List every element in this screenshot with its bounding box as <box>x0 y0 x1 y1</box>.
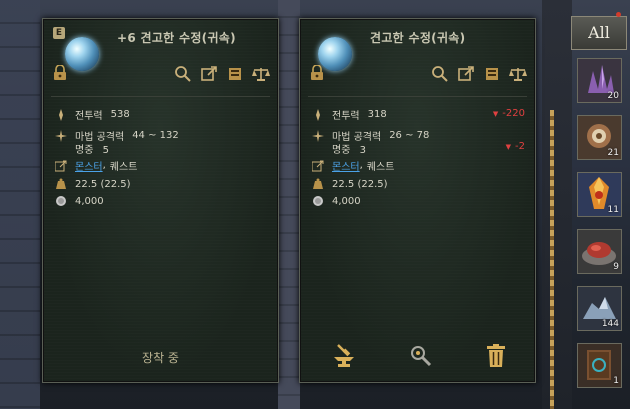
weight-icon <box>312 178 324 190</box>
accuracy-label: 명중 <box>75 145 94 156</box>
combat-power-label: 전투력 <box>332 111 360 122</box>
magic-star-icon <box>312 129 324 142</box>
source-arrow-icon <box>54 160 67 172</box>
magic-attack-value: 26 ~ 78 <box>389 130 430 141</box>
slot-count: 1 <box>613 376 619 386</box>
rope-decoration <box>550 110 554 409</box>
price-value: 4,000 <box>332 195 361 207</box>
magic-attack-row: 마법 공격력 26 ~ 78 <box>312 128 429 143</box>
accuracy-value: 3 <box>359 145 366 156</box>
slot-count: 21 <box>607 148 619 158</box>
price-value: 4,000 <box>75 195 104 207</box>
lock-icon <box>311 65 323 80</box>
accuracy-label: 명중 <box>332 145 351 156</box>
inventory-slot[interactable]: 144 <box>577 286 622 331</box>
magic-attack-row: 마법 공격력 44 ~ 132 <box>55 128 179 143</box>
grade-badge: E <box>53 27 65 39</box>
background-pillar <box>278 0 300 409</box>
weight-row: 22.5 (22.5) <box>55 178 131 190</box>
slot-count: 11 <box>607 205 619 215</box>
weight-value: 22.5 (22.5) <box>75 178 131 190</box>
accuracy-value: 5 <box>102 145 109 156</box>
search-icon[interactable] <box>174 65 192 83</box>
accuracy-row: 명중 3 <box>332 141 366 156</box>
weight-row: 22.5 (22.5) <box>312 178 388 190</box>
notification-dot <box>616 12 621 17</box>
accuracy-diff: ▼ -2 <box>506 141 525 152</box>
combat-power-row: 전투력 538 <box>55 107 130 122</box>
inventory-slot[interactable]: 9 <box>577 229 622 274</box>
down-arrow-icon: ▼ <box>505 143 512 151</box>
quest-source: 퀘스트 <box>366 162 395 173</box>
combat-power-value: 318 <box>367 109 387 120</box>
compare-item-tooltip: 견고한 수정(귀속) 전투력 318 ▼ -220 마법 공격력 26 ~ 78 … <box>299 18 536 383</box>
book-icon[interactable] <box>226 65 244 83</box>
link-out-icon[interactable] <box>457 65 475 83</box>
combat-power-diff: ▼ -220 <box>493 108 525 119</box>
divider <box>308 96 527 97</box>
down-arrow-icon: ▼ <box>492 110 499 118</box>
slot-count: 9 <box>613 262 619 272</box>
lock-icon <box>54 65 66 80</box>
scale-icon[interactable] <box>252 65 270 83</box>
anvil-icon[interactable] <box>332 343 356 369</box>
trash-icon[interactable] <box>484 343 508 369</box>
combat-power-icon <box>55 108 67 121</box>
source-row: 몬스터 , 퀘스트 <box>54 158 138 173</box>
combat-power-label: 전투력 <box>75 111 103 122</box>
source-separator: , <box>102 160 106 171</box>
equipped-item-tooltip: E +6 견고한 수정(귀속) 전투력 538 마법 공격력 44 ~ 132 … <box>42 18 279 383</box>
inventory-filter-all-button[interactable]: All <box>571 16 627 50</box>
slot-count: 144 <box>601 319 619 329</box>
book-icon[interactable] <box>483 65 501 83</box>
monster-link[interactable]: 몬스터 <box>75 158 103 173</box>
combat-power-row: 전투력 318 <box>312 107 387 122</box>
background-right <box>542 0 572 409</box>
weight-icon <box>55 178 67 190</box>
scale-icon[interactable] <box>509 65 527 83</box>
price-row: 4,000 <box>312 195 361 207</box>
price-row: 4,000 <box>55 195 104 207</box>
combat-power-value: 538 <box>110 109 130 120</box>
search-gear-icon[interactable] <box>408 343 432 369</box>
link-out-icon[interactable] <box>200 65 218 83</box>
source-row: 몬스터 , 퀘스트 <box>311 158 395 173</box>
background-wall-left <box>0 0 40 409</box>
accuracy-diff-value: -2 <box>515 141 525 152</box>
combat-power-icon <box>312 108 324 121</box>
divider <box>51 96 270 97</box>
item-title: +6 견고한 수정(귀속) <box>117 31 236 45</box>
item-title: 견고한 수정(귀속) <box>370 31 466 45</box>
silver-coin-icon <box>312 195 324 207</box>
slot-count: 20 <box>607 91 619 101</box>
source-separator: , <box>359 160 363 171</box>
equipped-status: 장착 중 <box>142 351 179 365</box>
magic-attack-value: 44 ~ 132 <box>132 130 179 141</box>
weight-value: 22.5 (22.5) <box>332 178 388 190</box>
inventory-slot[interactable]: 20 <box>577 58 622 103</box>
quest-source: 퀘스트 <box>109 162 138 173</box>
combat-power-diff-value: -220 <box>502 108 525 119</box>
monster-link[interactable]: 몬스터 <box>332 158 360 173</box>
inventory-slot[interactable]: 21 <box>577 115 622 160</box>
source-arrow-icon <box>311 160 324 172</box>
magic-star-icon <box>55 129 67 142</box>
crystal-orb-icon <box>65 37 99 71</box>
search-icon[interactable] <box>431 65 449 83</box>
silver-coin-icon <box>55 195 67 207</box>
accuracy-row: 명중 5 <box>75 141 109 156</box>
inventory-slot[interactable]: 1 <box>577 343 622 388</box>
inventory-slot[interactable]: 11 <box>577 172 622 217</box>
